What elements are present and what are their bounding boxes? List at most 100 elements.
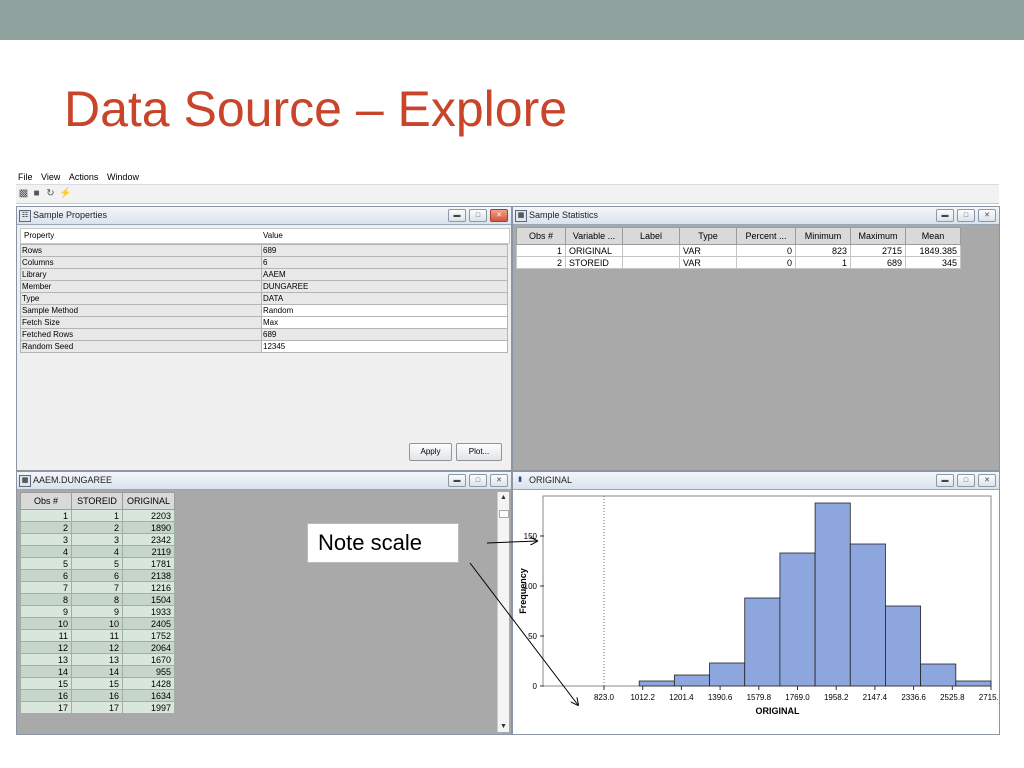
sample-statistics-title: Sample Statistics xyxy=(529,210,599,220)
table-row[interactable]: 9 9 1933 xyxy=(20,605,176,618)
table-row[interactable]: 7 7 1216 xyxy=(20,581,176,594)
table-row[interactable]: 2 2 1890 xyxy=(20,521,176,534)
table-row[interactable]: 14 14 955 xyxy=(20,665,176,678)
x-tick-label: 1201.4 xyxy=(669,693,694,702)
note-scale-callout: Note scale xyxy=(307,523,459,563)
property-column-header: Property xyxy=(24,231,55,240)
apply-button[interactable]: Apply xyxy=(409,443,452,461)
app-window: File View Actions Window ▩ ■ ↻ ⚡ ☷ Sampl… xyxy=(16,170,1000,735)
property-value[interactable]: Random xyxy=(261,304,508,317)
statistics-column-header[interactable]: Type xyxy=(679,227,737,245)
maximize-button[interactable]: □ xyxy=(957,474,975,487)
menu-bar: File View Actions Window xyxy=(16,170,999,185)
statistics-cell: 2715 xyxy=(850,244,906,257)
property-value: DATA xyxy=(261,292,508,305)
minimize-button[interactable]: ▬ xyxy=(448,209,466,222)
dataset-header-row: Obs # STOREID ORIGINAL xyxy=(20,492,176,510)
vertical-scrollbar[interactable]: ▲ ▼ xyxy=(497,492,509,732)
table-row[interactable]: 5 5 1781 xyxy=(20,557,176,570)
histogram-bar xyxy=(955,680,992,687)
menu-file[interactable]: File xyxy=(18,170,33,184)
table-row[interactable]: 6 6 2138 xyxy=(20,569,176,582)
maximize-button[interactable]: □ xyxy=(469,209,487,222)
toolbar: ▩ ■ ↻ ⚡ xyxy=(16,185,999,204)
statistics-column-header[interactable]: Variable ... xyxy=(565,227,623,245)
property-name: Library xyxy=(20,268,262,281)
statistics-column-header[interactable]: Minimum xyxy=(795,227,851,245)
histogram-bar xyxy=(814,502,851,687)
menu-view[interactable]: View xyxy=(41,170,60,184)
histogram-bar xyxy=(673,674,710,687)
sample-statistics-panel: ▦ Sample Statistics ▬ □ ✕ Obs # Variable ..… xyxy=(512,206,1000,471)
table-row[interactable]: 8 8 1504 xyxy=(20,593,176,606)
table-row[interactable]: 15 15 1428 xyxy=(20,677,176,690)
maximize-button[interactable]: □ xyxy=(957,209,975,222)
maximize-button[interactable]: □ xyxy=(469,474,487,487)
dataset-column-header[interactable]: ORIGINAL xyxy=(121,492,176,510)
table-row[interactable]: 16 16 1634 xyxy=(20,689,176,702)
menu-window[interactable]: Window xyxy=(107,170,139,184)
table-cell: 9 xyxy=(20,605,72,618)
close-button[interactable]: ✕ xyxy=(978,209,996,222)
dataset-column-header[interactable]: Obs # xyxy=(20,492,72,510)
minimize-button[interactable]: ▬ xyxy=(448,474,466,487)
x-tick-label: 1769.0 xyxy=(785,693,810,702)
close-button[interactable]: ✕ xyxy=(490,209,508,222)
plot-button[interactable]: Plot... xyxy=(456,443,502,461)
statistics-row: 2 STOREID VAR 0 1 689 345 xyxy=(516,256,961,269)
statistics-cell: 1849.385 xyxy=(905,244,961,257)
table-row[interactable]: 3 3 2342 xyxy=(20,533,176,546)
scroll-up-icon[interactable]: ▲ xyxy=(500,494,507,501)
statistics-column-header[interactable]: Percent ... xyxy=(736,227,796,245)
table-row[interactable]: 13 13 1670 xyxy=(20,653,176,666)
sample-properties-titlebar: ☷ Sample Properties ▬ □ ✕ xyxy=(17,207,511,225)
minimize-button[interactable]: ▬ xyxy=(936,209,954,222)
statistics-column-header[interactable]: Label xyxy=(622,227,680,245)
properties-header: Property Value xyxy=(20,228,510,244)
statistics-column-header[interactable]: Maximum xyxy=(850,227,906,245)
property-row: Columns 6 xyxy=(20,256,508,269)
close-button[interactable]: ✕ xyxy=(978,474,996,487)
table-cell: 2203 xyxy=(121,509,176,522)
property-row: Random Seed 12345 xyxy=(20,340,508,353)
table-cell: 1670 xyxy=(121,653,176,666)
table-cell: 11 xyxy=(71,629,123,642)
table-row[interactable]: 11 11 1752 xyxy=(20,629,176,642)
dataset-column-header[interactable]: STOREID xyxy=(71,492,123,510)
histogram-svg: 050100150823.0 1012.2 1201.4 1390.6 1579.8 17… xyxy=(518,495,999,716)
scroll-thumb[interactable] xyxy=(499,510,509,518)
table-cell: 17 xyxy=(71,701,123,714)
table-row[interactable]: 12 12 2064 xyxy=(20,641,176,654)
sample-properties-panel: ☷ Sample Properties ▬ □ ✕ Property Value R… xyxy=(16,206,512,471)
statistics-column-header[interactable]: Mean xyxy=(905,227,961,245)
table-cell: 1 xyxy=(20,509,72,522)
table-row[interactable]: 17 17 1997 xyxy=(20,701,176,714)
run-icon[interactable]: ⚡ xyxy=(59,188,71,199)
table-row[interactable]: 1 1 2203 xyxy=(20,509,176,522)
scroll-down-icon[interactable]: ▼ xyxy=(500,723,507,730)
table-row[interactable]: 10 10 2405 xyxy=(20,617,176,630)
table-cell: 15 xyxy=(20,677,72,690)
property-value[interactable]: Max xyxy=(261,316,508,329)
statistics-column-header[interactable]: Obs # xyxy=(516,227,566,245)
property-value[interactable]: 12345 xyxy=(261,340,508,353)
menu-actions[interactable]: Actions xyxy=(69,170,99,184)
y-tick-label: 50 xyxy=(528,632,537,641)
sample-properties-title: Sample Properties xyxy=(33,210,108,220)
table-cell: 2119 xyxy=(121,545,176,558)
table-cell: 6 xyxy=(71,569,123,582)
close-button[interactable]: ✕ xyxy=(490,474,508,487)
refresh-icon[interactable]: ↻ xyxy=(45,188,56,199)
print-icon[interactable]: ▩ xyxy=(18,188,29,199)
statistics-cell xyxy=(622,256,680,269)
table-cell: 12 xyxy=(71,641,123,654)
x-tick-label: 823.0 xyxy=(594,693,615,702)
x-tick-label: 2525.8 xyxy=(940,693,965,702)
table-cell: 1 xyxy=(71,509,123,522)
table-cell: 1216 xyxy=(121,581,176,594)
x-tick-label: 2715.0 xyxy=(979,693,998,702)
save-icon[interactable]: ■ xyxy=(31,188,42,199)
table-row[interactable]: 4 4 2119 xyxy=(20,545,176,558)
minimize-button[interactable]: ▬ xyxy=(936,474,954,487)
table-cell: 2 xyxy=(71,521,123,534)
